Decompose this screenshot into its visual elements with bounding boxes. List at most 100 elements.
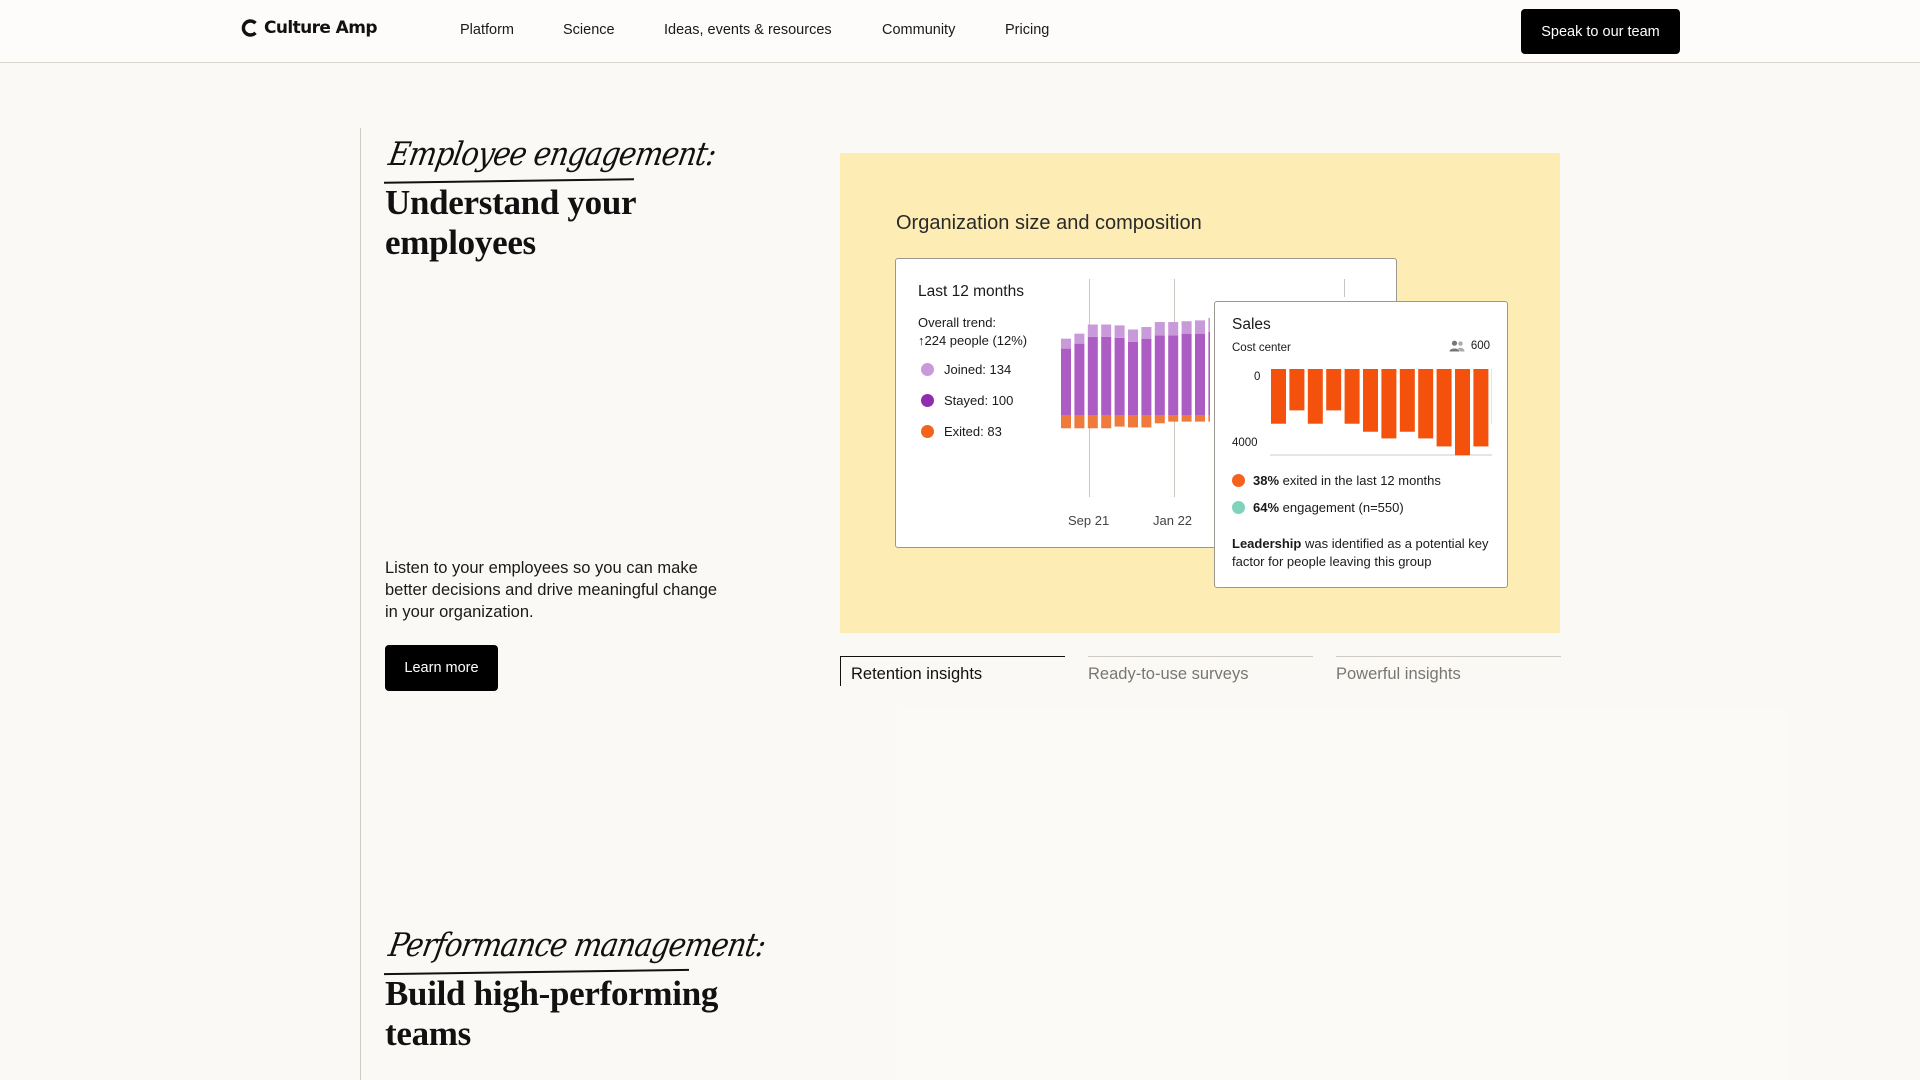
nav-platform[interactable]: Platform: [460, 22, 514, 38]
tab-powerful-insights[interactable]: Powerful insights: [1336, 656, 1561, 686]
headcount: 600: [1449, 340, 1490, 352]
stat-exited-text: 38% exited in the last 12 months: [1253, 473, 1441, 488]
sales-bar: [1326, 369, 1342, 411]
trend-label: Overall trend:: [918, 315, 997, 330]
y-tick-bottom: 4000: [1232, 437, 1258, 449]
illustration-panel: Organization size and composition Last 1…: [840, 153, 1560, 633]
legend-stayed: Stayed: 100: [921, 393, 1013, 408]
leadership-note: Leadership was identified as a potential…: [1232, 535, 1500, 571]
joined-dot: [921, 363, 934, 376]
engagement-stat-dot: [1232, 501, 1245, 514]
tab-ready-to-use-surveys[interactable]: Ready-to-use surveys: [1088, 656, 1313, 686]
vertical-divider: [360, 128, 361, 1080]
performance-script-heading: Performance management:: [386, 925, 769, 964]
legend-stayed-label: Stayed: 100: [944, 393, 1014, 408]
tab-retention-insights[interactable]: Retention insights: [840, 656, 1065, 686]
engagement-title: Understand your employees: [385, 183, 637, 263]
sales-bar: [1473, 369, 1489, 447]
nav-pricing[interactable]: Pricing: [1005, 22, 1049, 38]
speak-to-team-button[interactable]: Speak to our team: [1521, 9, 1680, 54]
sales-bar: [1307, 369, 1323, 424]
exited-bar: [1208, 415, 1210, 422]
section-background-lower: [897, 710, 1788, 1080]
exited-dot: [921, 425, 934, 438]
stayed-bar: [1114, 337, 1125, 415]
exited-bar: [1195, 415, 1205, 422]
stayed-bar: [1128, 341, 1138, 415]
joined-bar: [1181, 321, 1192, 334]
illustration-title: Organization size and composition: [896, 212, 1202, 234]
legend-joined-label: Joined: 134: [944, 362, 1012, 377]
engagement-title-line2: employees: [385, 223, 536, 262]
exited-bar: [1074, 415, 1085, 429]
exited-bar: [1154, 415, 1165, 424]
stayed-bar: [1154, 335, 1165, 415]
sales-bar: [1344, 369, 1360, 424]
nav-ideas-events-resources[interactable]: Ideas, events & resources: [664, 22, 832, 38]
stat-engagement-desc: engagement (n=550): [1279, 500, 1404, 515]
joined-bar: [1154, 322, 1165, 336]
joined-bar: [1087, 324, 1098, 337]
stat-engagement-percent: 64%: [1253, 500, 1280, 515]
engagement-title-line1: Understand your: [385, 183, 637, 222]
stayed-bar: [1181, 333, 1192, 415]
joined-bar: [1061, 338, 1071, 349]
performance-title-line2: teams: [385, 1014, 471, 1053]
stat-engagement-text: 64% engagement (n=550): [1253, 500, 1404, 515]
stayed-bar: [1061, 348, 1071, 415]
sales-bar: [1455, 369, 1470, 456]
sales-bar: [1381, 369, 1397, 439]
sales-bar: [1271, 369, 1286, 424]
joined-bar: [1195, 320, 1205, 334]
joined-bar: [1128, 329, 1138, 342]
sales-bar: [1418, 369, 1434, 439]
culture-amp-logo[interactable]: Culture Amp: [241, 18, 378, 38]
joined-bar: [1114, 325, 1125, 338]
period-label: Last 12 months: [918, 283, 1024, 300]
joined-bar: [1208, 317, 1210, 332]
stat-exited-desc: exited in the last 12 months: [1279, 473, 1441, 488]
legend-exited-label: Exited: 83: [944, 424, 1002, 439]
nav-science[interactable]: Science: [563, 22, 615, 38]
stayed-bar: [1168, 335, 1179, 415]
joined-bar: [1141, 327, 1152, 339]
sales-card: Sales Cost center 600 0 4000 38% exited …: [1214, 301, 1508, 588]
exited-stat-dot: [1232, 474, 1245, 487]
joined-bar: [1101, 324, 1112, 337]
exited-bar: [1101, 415, 1112, 429]
nav-community[interactable]: Community: [882, 22, 955, 38]
exited-bar: [1141, 415, 1152, 428]
note-bold: Leadership: [1232, 536, 1302, 551]
people-icon: [1449, 340, 1465, 352]
composition-stacked-bar-chart: [1061, 317, 1210, 429]
sales-title: Sales: [1232, 316, 1271, 333]
engagement-script-heading: Employee engagement:: [386, 134, 719, 173]
engagement-description: Listen to your employees so you can make…: [385, 559, 718, 621]
exited-bar: [1087, 415, 1098, 429]
logo-mark-icon: [241, 19, 257, 37]
sales-bar: [1289, 369, 1305, 411]
exited-bar: [1181, 415, 1192, 422]
cost-center-label: Cost center: [1232, 342, 1291, 354]
stat-engagement: 64% engagement (n=550): [1232, 500, 1404, 515]
legend-joined: Joined: 134: [921, 362, 1011, 377]
sales-bar: [1363, 369, 1378, 432]
legend-exited: Exited: 83: [921, 424, 1002, 439]
sales-bar-chart: [1270, 369, 1492, 456]
exited-bar: [1128, 415, 1138, 428]
stat-exited: 38% exited in the last 12 months: [1232, 473, 1441, 488]
site-header: Culture Amp Platform Science Ideas, even…: [0, 0, 1920, 63]
exited-bar: [1114, 415, 1125, 427]
exited-bar: [1061, 415, 1071, 429]
joined-bar: [1168, 322, 1179, 336]
stat-exited-percent: 38%: [1253, 473, 1280, 488]
learn-more-button[interactable]: Learn more: [385, 645, 498, 691]
x-tick-sep21: Sep 21: [1068, 513, 1110, 528]
performance-title: Build high-performing teams: [385, 974, 718, 1054]
sales-bar: [1436, 369, 1452, 447]
headcount-value: 600: [1470, 340, 1490, 352]
y-tick-top: 0: [1254, 371, 1261, 383]
trend-value: ↑224 people (12%): [918, 333, 1028, 348]
logo-text: Culture Amp: [264, 18, 378, 38]
performance-title-line1: Build high-performing: [385, 974, 719, 1013]
